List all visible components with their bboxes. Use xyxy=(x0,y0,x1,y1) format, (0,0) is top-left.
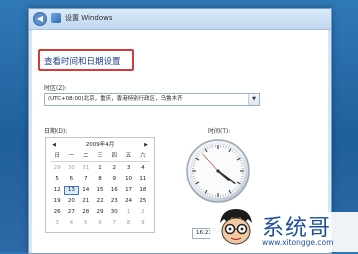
calendar-day[interactable]: 2 xyxy=(136,208,150,217)
weekday-header: 二 xyxy=(79,152,93,162)
timezone-label: 时区(Z): xyxy=(44,83,67,92)
dropdown-arrow-icon[interactable]: ▼ xyxy=(248,94,259,105)
calendar-day[interactable]: 25 xyxy=(136,197,150,206)
calendar-day[interactable]: 1 xyxy=(121,208,135,217)
weekday-header: 日 xyxy=(50,152,64,162)
calendar-day[interactable]: 29 xyxy=(50,164,64,173)
weekday-header: 一 xyxy=(64,152,78,162)
calendar-day[interactable]: 3 xyxy=(121,164,135,173)
calendar-day[interactable]: 26 xyxy=(50,208,64,217)
calendar-day[interactable]: 9 xyxy=(107,175,121,184)
calendar-day[interactable]: 30 xyxy=(64,164,78,173)
date-label: 日期(D): xyxy=(44,126,67,135)
calendar-day[interactable]: 20 xyxy=(64,197,78,206)
calendar-day[interactable]: 18 xyxy=(136,186,150,195)
calendar-day[interactable]: 7 xyxy=(79,175,93,184)
calendar-day[interactable]: 17 xyxy=(121,186,135,195)
weekday-header: 三 xyxy=(93,152,107,162)
windows-setup-icon xyxy=(51,13,61,23)
calendar-day[interactable]: 8 xyxy=(121,219,135,228)
time-label: 时间(T): xyxy=(208,126,230,135)
calendar-day[interactable]: 29 xyxy=(93,208,107,217)
window-title: 设置 Windows xyxy=(65,13,112,23)
mascot-logo-icon xyxy=(214,205,258,249)
calendar-day[interactable]: 27 xyxy=(64,208,78,217)
calendar-day[interactable]: 7 xyxy=(107,219,121,228)
calendar-month-title[interactable]: 2009年4月 xyxy=(46,140,154,150)
calendar-day[interactable]: 5 xyxy=(79,219,93,228)
calendar-day[interactable]: 12 xyxy=(50,186,64,195)
next-month-icon[interactable]: ▶ xyxy=(142,140,150,150)
calendar-day[interactable]: 23 xyxy=(107,197,121,206)
calendar-day[interactable]: 4 xyxy=(136,164,150,173)
calendar-day[interactable]: 6 xyxy=(93,219,107,228)
calendar-day[interactable]: 15 xyxy=(93,186,107,195)
analog-clock xyxy=(185,138,251,204)
calendar-day[interactable]: 8 xyxy=(93,175,107,184)
weekday-header: 五 xyxy=(121,152,135,162)
calendar-day[interactable]: 19 xyxy=(50,197,64,206)
calendar: ◀ 2009年4月 ▶ 日一二三四五六293031123456789101112… xyxy=(45,137,155,233)
calendar-day[interactable]: 10 xyxy=(121,175,135,184)
calendar-day[interactable]: 31 xyxy=(79,164,93,173)
calendar-day[interactable]: 9 xyxy=(136,219,150,228)
calendar-day[interactable]: 1 xyxy=(93,164,107,173)
calendar-grid: 日一二三四五六293031123456789101112131415161718… xyxy=(50,152,150,228)
timezone-value: (UTC+08:00)北京，重庆，香港特别行政区，乌鲁木齐 xyxy=(48,96,183,102)
calendar-day[interactable]: 24 xyxy=(121,197,135,206)
title-bar: ◀ 设置 Windows xyxy=(29,9,331,30)
calendar-day[interactable]: 3 xyxy=(50,219,64,228)
page-heading: 查看时间和日期设置 xyxy=(44,55,121,67)
weekday-header: 六 xyxy=(136,152,150,162)
calendar-day[interactable]: 16 xyxy=(107,186,121,195)
calendar-day[interactable]: 11 xyxy=(136,175,150,184)
calendar-day[interactable]: 5 xyxy=(50,175,64,184)
calendar-day[interactable]: 6 xyxy=(64,175,78,184)
calendar-day-selected[interactable]: 13 xyxy=(64,186,78,195)
calendar-day[interactable]: 4 xyxy=(64,219,78,228)
back-arrow-icon[interactable]: ◀ xyxy=(33,12,47,26)
calendar-day[interactable]: 2 xyxy=(107,164,121,173)
weekday-header: 四 xyxy=(107,152,121,162)
watermark-url: www.xitongge.com xyxy=(262,238,333,247)
calendar-day[interactable]: 21 xyxy=(79,197,93,206)
calendar-day[interactable]: 28 xyxy=(79,208,93,217)
calendar-day[interactable]: 22 xyxy=(93,197,107,206)
timezone-select[interactable]: (UTC+08:00)北京，重庆，香港特别行政区，乌鲁木齐 ▼ xyxy=(44,93,260,106)
calendar-day[interactable]: 30 xyxy=(107,208,121,217)
calendar-day[interactable]: 14 xyxy=(79,186,93,195)
